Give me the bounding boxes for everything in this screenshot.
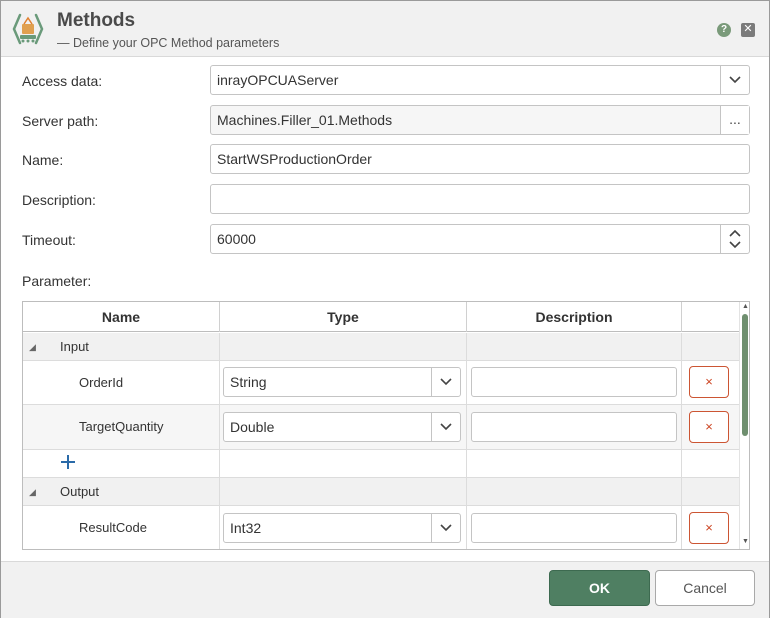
column-header-description[interactable]: Description: [467, 302, 682, 332]
server-path-value: Machines.Filler_01.Methods: [217, 112, 393, 128]
name-label: Name:: [22, 152, 64, 168]
dialog-header: Methods — Define your OPC Method paramet…: [1, 1, 769, 57]
param-type-cell: Double: [220, 405, 467, 449]
description-input[interactable]: [210, 184, 750, 214]
param-name-cell: OrderId: [23, 361, 220, 404]
parameter-label: Parameter:: [22, 273, 92, 289]
add-type-cell: [220, 450, 467, 477]
param-actions-cell: ×: [682, 506, 739, 549]
timeout-spinner[interactable]: [720, 225, 749, 253]
group-description-cell: [467, 333, 682, 360]
type-value: Int32: [230, 520, 262, 536]
chevron-down-icon[interactable]: [431, 368, 460, 396]
grid-header: Name Type Description: [23, 302, 739, 332]
delete-parameter-button[interactable]: ×: [689, 411, 729, 443]
type-select[interactable]: Double: [223, 412, 461, 442]
type-select[interactable]: String: [223, 367, 461, 397]
param-name: TargetQuantity: [79, 419, 164, 434]
group-name-cell: ◢ Output: [23, 478, 220, 505]
parameter-grid: Name Type Description ◢ Input OrderId St…: [22, 301, 750, 550]
delete-parameter-button[interactable]: ×: [689, 512, 729, 544]
dialog-subtitle: — Define your OPC Method parameters: [57, 36, 280, 50]
scroll-up-arrow-icon[interactable]: ▲: [742, 303, 749, 310]
timeout-input[interactable]: 60000: [210, 224, 750, 254]
name-input[interactable]: StartWSProductionOrder: [210, 144, 750, 174]
cancel-button[interactable]: Cancel: [655, 570, 755, 606]
ok-button[interactable]: OK: [549, 570, 650, 606]
timeout-value: 60000: [217, 231, 256, 247]
access-data-label: Access data:: [22, 73, 103, 89]
add-description-cell: [467, 450, 682, 477]
group-type-cell: [220, 478, 467, 505]
add-cell: [23, 450, 220, 477]
type-value: String: [230, 374, 267, 390]
param-name-cell: TargetQuantity: [23, 405, 220, 449]
column-header-name[interactable]: Name: [23, 302, 220, 332]
column-header-type[interactable]: Type: [220, 302, 467, 332]
group-label: Input: [60, 338, 89, 354]
param-actions-cell: ×: [682, 405, 739, 449]
methods-logo-icon: [12, 13, 44, 45]
collapse-arrow-icon[interactable]: ◢: [29, 487, 36, 498]
chevron-down-icon[interactable]: [431, 514, 460, 542]
methods-dialog: Methods — Define your OPC Method paramet…: [0, 0, 770, 618]
table-row: OrderId String ×: [23, 361, 739, 405]
add-parameter-row: [23, 450, 739, 478]
chevron-down-icon[interactable]: [431, 413, 460, 441]
server-path-field[interactable]: Machines.Filler_01.Methods ...: [210, 105, 750, 135]
group-row-output[interactable]: ◢ Output: [23, 478, 739, 506]
type-value: Double: [230, 419, 275, 435]
grid-scrollbar[interactable]: ▲ ▼: [739, 302, 749, 549]
chevron-down-icon[interactable]: [720, 66, 749, 94]
column-header-actions: [682, 302, 739, 332]
table-row: TargetQuantity Double ×: [23, 405, 739, 450]
group-row-input[interactable]: ◢ Input: [23, 333, 739, 361]
dialog-footer: OK Cancel: [1, 561, 769, 618]
group-label: Output: [60, 483, 100, 499]
scroll-thumb[interactable]: [742, 314, 748, 436]
group-name-cell: ◢ Input: [23, 333, 220, 360]
collapse-arrow-icon[interactable]: ◢: [29, 342, 36, 353]
server-path-label: Server path:: [22, 113, 99, 129]
browse-button[interactable]: ...: [720, 106, 749, 134]
access-data-select[interactable]: inrayOPCUAServer: [210, 65, 750, 95]
group-type-cell: [220, 333, 467, 360]
help-icon[interactable]: ?: [717, 23, 731, 37]
param-type-cell: String: [220, 361, 467, 404]
param-description-input[interactable]: [471, 367, 677, 397]
param-name-cell: ResultCode: [23, 506, 220, 549]
dialog-title: Methods: [57, 10, 136, 31]
description-label: Description:: [22, 192, 96, 208]
param-type-cell: Int32: [220, 506, 467, 549]
param-name: ResultCode: [79, 519, 147, 535]
param-description-cell: [467, 405, 682, 449]
param-name: OrderId: [79, 374, 124, 390]
type-select[interactable]: Int32: [223, 513, 461, 543]
timeout-label: Timeout:: [22, 232, 76, 248]
delete-parameter-button[interactable]: ×: [689, 366, 729, 398]
name-value: StartWSProductionOrder: [217, 151, 372, 167]
group-description-cell: [467, 478, 682, 505]
param-description-cell: [467, 361, 682, 404]
close-icon[interactable]: ✕: [741, 23, 755, 37]
param-actions-cell: ×: [682, 361, 739, 404]
param-description-input[interactable]: [471, 513, 677, 543]
scroll-down-arrow-icon[interactable]: ▼: [742, 538, 749, 545]
access-data-value: inrayOPCUAServer: [217, 72, 339, 88]
table-row: ResultCode Int32 ×: [23, 506, 739, 549]
plus-icon[interactable]: [60, 454, 76, 470]
param-description-cell: [467, 506, 682, 549]
param-description-input[interactable]: [471, 412, 677, 442]
